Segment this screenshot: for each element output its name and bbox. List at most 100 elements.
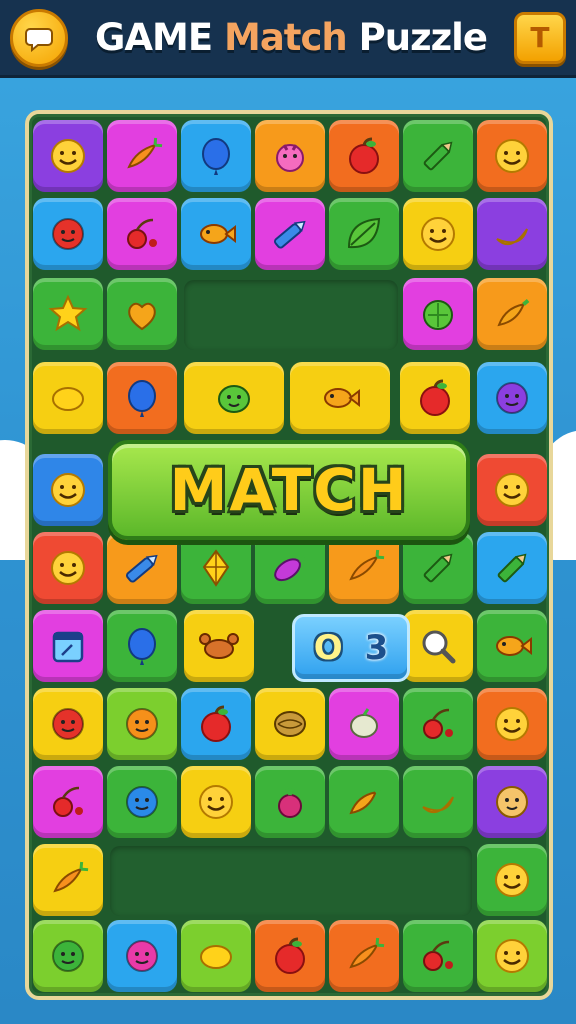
puzzle-tile[interactable]: [33, 688, 103, 760]
puzzle-tile[interactable]: [403, 198, 473, 270]
puzzle-tile[interactable]: [181, 120, 251, 192]
radish-icon: [278, 786, 302, 818]
puzzle-tile[interactable]: [107, 766, 177, 838]
empty-slot: [110, 846, 472, 916]
puzzle-tile[interactable]: [477, 766, 547, 838]
banana-icon: [496, 228, 528, 246]
puzzle-tile[interactable]: [33, 766, 103, 838]
title-word-puzzle: Puzzle: [346, 16, 488, 59]
crayon-icon: [273, 220, 306, 249]
puzzle-tile[interactable]: [477, 120, 547, 192]
puzzle-tile[interactable]: [184, 610, 254, 682]
puzzle-tile[interactable]: [255, 920, 325, 992]
blue-face-icon: [126, 786, 158, 818]
puzzle-tile[interactable]: [329, 532, 399, 604]
puzzle-tile[interactable]: [107, 920, 177, 992]
title-word-match: Match: [224, 16, 348, 59]
puzzle-tile[interactable]: [33, 198, 103, 270]
puzzle-tile[interactable]: [403, 766, 473, 838]
puzzle-tile[interactable]: [329, 766, 399, 838]
chat-button[interactable]: [10, 8, 68, 67]
puzzle-tile[interactable]: [403, 120, 473, 192]
balloon-icon: [128, 628, 156, 665]
menu-button[interactable]: T: [513, 11, 566, 64]
puzzle-tile[interactable]: [477, 844, 547, 916]
puzzle-tile[interactable]: [255, 766, 325, 838]
puzzle-tile[interactable]: [33, 920, 103, 992]
puzzle-tile[interactable]: [181, 766, 251, 838]
puzzle-tile[interactable]: [181, 920, 251, 992]
empty-slot: [184, 280, 398, 350]
red-face-icon: [52, 708, 84, 740]
puzzle-tile[interactable]: [255, 688, 325, 760]
leaf-icon: [347, 217, 381, 249]
puzzle-tile[interactable]: [255, 120, 325, 192]
eggplant-icon: [274, 555, 307, 582]
puzzle-tile[interactable]: [107, 120, 177, 192]
puzzle-tile[interactable]: [33, 362, 103, 434]
puzzle-tile[interactable]: [477, 920, 547, 992]
puzzle-tile[interactable]: [477, 198, 547, 270]
counter-right: 3: [364, 628, 389, 668]
puzzle-tile[interactable]: [107, 278, 177, 350]
puzzle-tile[interactable]: [181, 688, 251, 760]
apple-icon: [420, 379, 450, 416]
star-icon: [48, 294, 88, 332]
puzzle-tile[interactable]: [184, 362, 284, 434]
puzzle-tile[interactable]: [403, 532, 473, 604]
kite-icon: [202, 549, 230, 587]
puzzle-tile[interactable]: [329, 688, 399, 760]
puzzle-tile[interactable]: [33, 532, 103, 604]
cherry-icon: [423, 940, 453, 971]
puzzle-tile[interactable]: [477, 610, 547, 682]
apple-icon: [349, 137, 379, 174]
balloon-icon: [202, 138, 230, 175]
smiley-icon: [495, 139, 529, 173]
puzzle-tile[interactable]: [33, 120, 103, 192]
puzzle-tile[interactable]: [255, 198, 325, 270]
score-counter: O 3: [292, 614, 410, 682]
smiley-icon: [495, 707, 529, 741]
puzzle-tile[interactable]: [403, 610, 473, 682]
crayon-icon: [125, 554, 158, 583]
chat-bubble-icon: [25, 27, 53, 52]
pepper-icon: [497, 298, 530, 327]
puzzle-tile[interactable]: [107, 610, 177, 682]
puzzle-tile[interactable]: [107, 532, 177, 604]
puzzle-tile[interactable]: [107, 362, 177, 434]
carrot-icon: [53, 861, 89, 893]
puzzle-tile[interactable]: [477, 454, 547, 526]
puzzle-tile[interactable]: [477, 278, 547, 350]
heart-icon: [128, 302, 156, 331]
carrot-icon: [349, 937, 385, 969]
puzzle-tile[interactable]: [403, 688, 473, 760]
puzzle-tile[interactable]: [181, 532, 251, 604]
green-face-icon: [52, 940, 84, 972]
puzzle-tile[interactable]: [33, 454, 103, 526]
puzzle-tile[interactable]: [477, 532, 547, 604]
puzzle-tile[interactable]: [107, 688, 177, 760]
puzzle-tile[interactable]: [477, 362, 547, 434]
puzzle-tile[interactable]: [33, 278, 103, 350]
fish-icon: [496, 636, 532, 656]
cookie-face-icon: [496, 786, 528, 818]
pink-monster-icon: [276, 144, 304, 172]
puzzle-tile[interactable]: [329, 920, 399, 992]
puzzle-tile[interactable]: [477, 688, 547, 760]
smiley-icon: [495, 473, 529, 507]
puzzle-tile[interactable]: [107, 198, 177, 270]
crab-icon: [199, 633, 239, 659]
puzzle-tile[interactable]: [329, 198, 399, 270]
puzzle-tile[interactable]: [33, 610, 103, 682]
puzzle-tile[interactable]: [181, 198, 251, 270]
counter-left: O: [313, 628, 343, 668]
puzzle-tile[interactable]: [400, 362, 470, 434]
puzzle-tile[interactable]: [403, 920, 473, 992]
puzzle-tile[interactable]: [255, 532, 325, 604]
puzzle-tile[interactable]: [329, 120, 399, 192]
smiley-icon: [421, 217, 455, 251]
puzzle-tile[interactable]: [290, 362, 390, 434]
puzzle-tile[interactable]: [33, 844, 103, 916]
smiley-icon: [495, 939, 529, 973]
puzzle-tile[interactable]: [403, 278, 473, 350]
